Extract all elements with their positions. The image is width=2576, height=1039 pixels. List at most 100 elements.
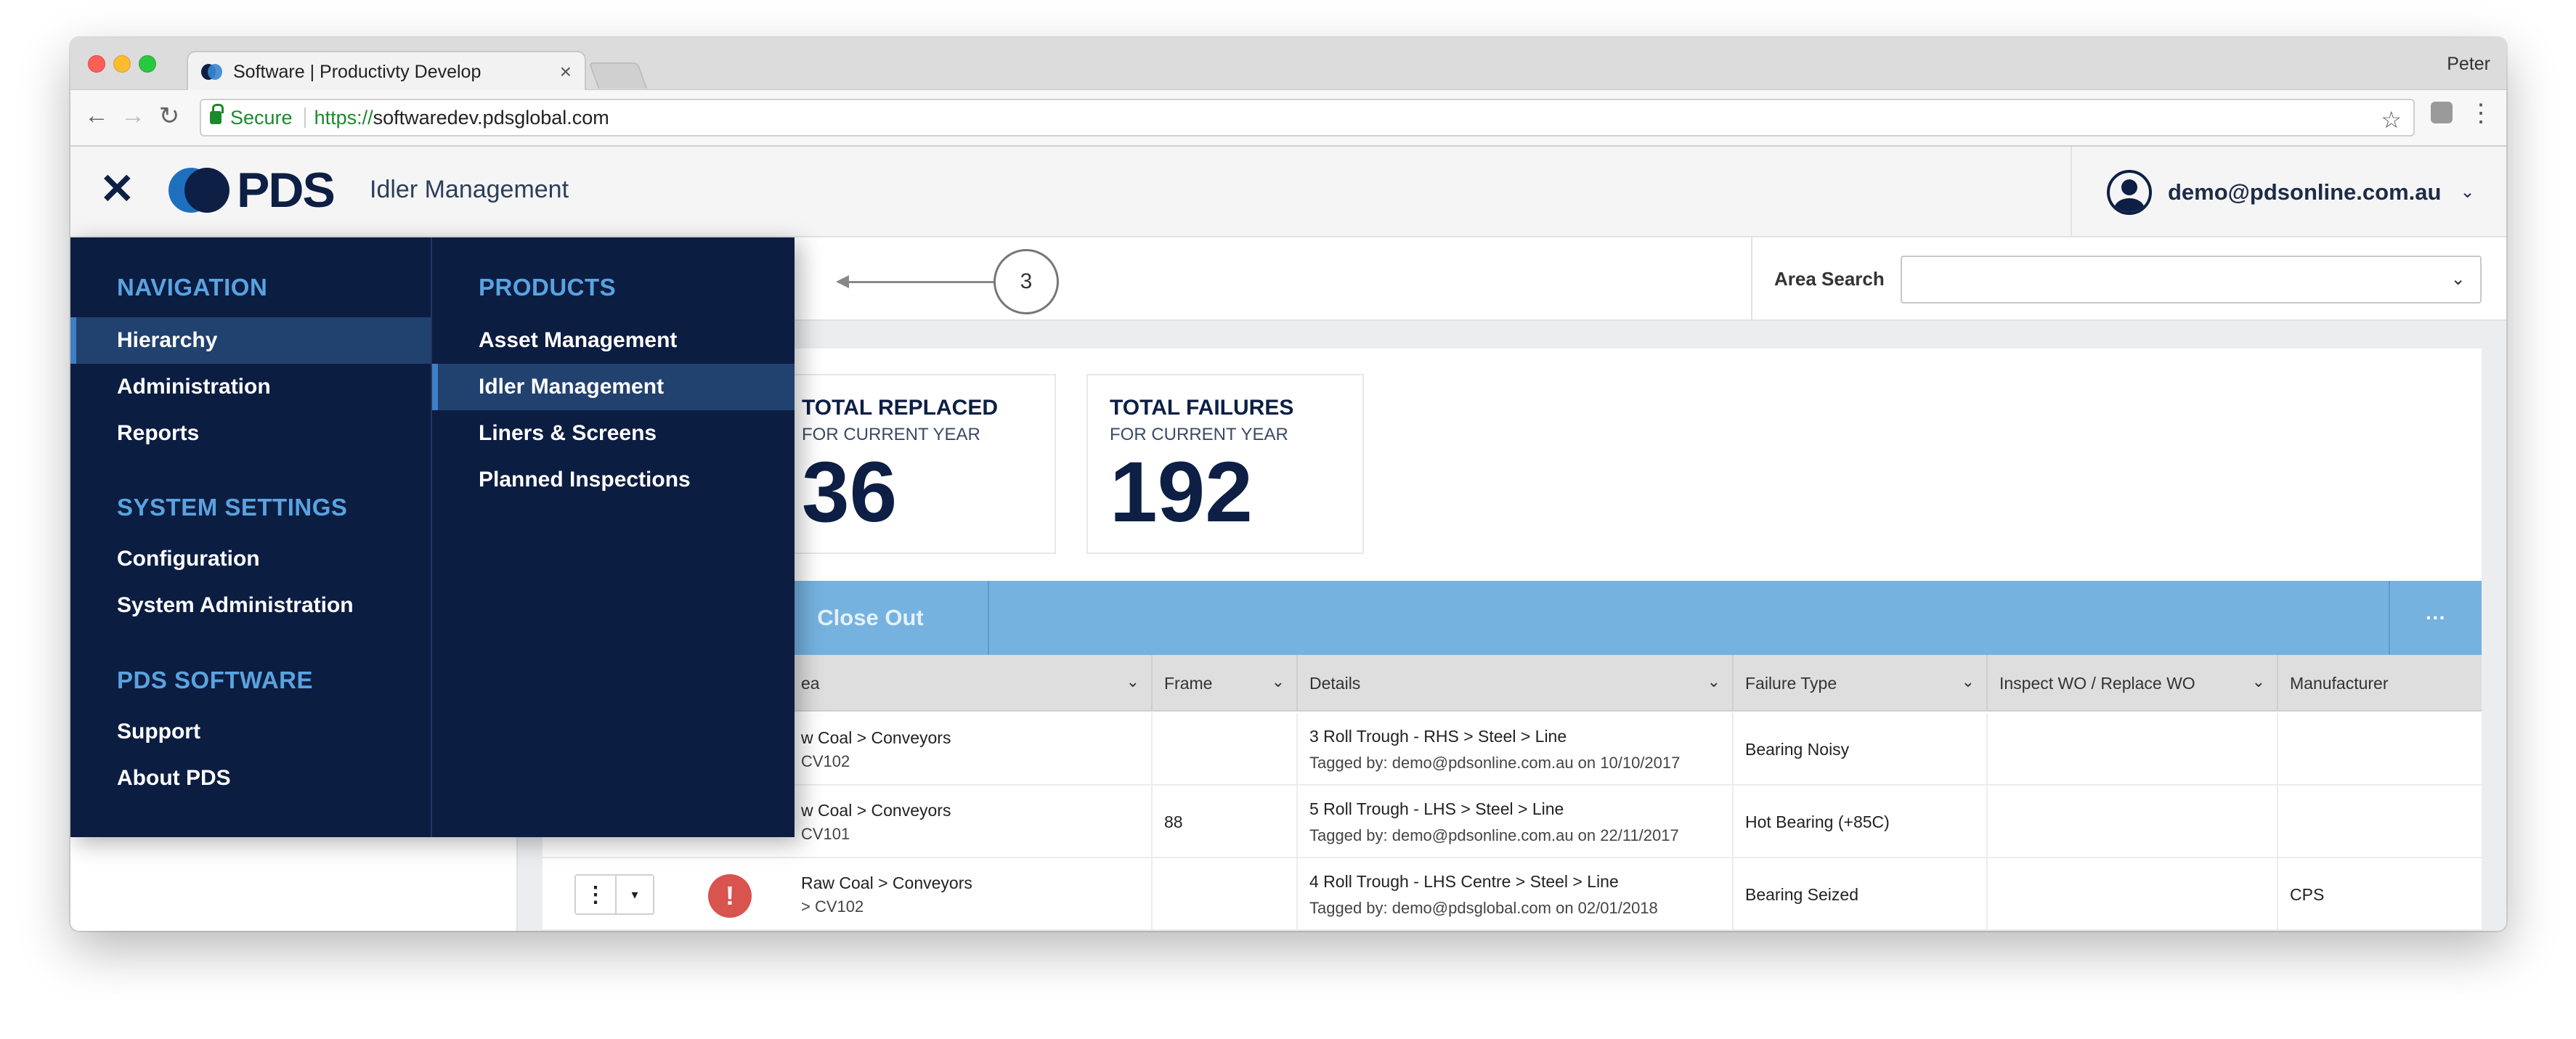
cell-manufacturer — [2278, 713, 2482, 786]
menu-item-liners-screens[interactable]: Liners & Screens — [432, 410, 795, 457]
column-label: Inspect WO / Replace WO — [1999, 673, 2195, 693]
cell-failure-type: Bearing Seized — [1734, 858, 1988, 931]
more-actions-button[interactable]: ··· — [2389, 581, 2482, 655]
stat-value: 192 — [1110, 444, 1253, 540]
column-details[interactable]: Details ⌄ — [1298, 655, 1734, 712]
url-scheme: https:// — [314, 106, 373, 129]
cell-details: 3 Roll Trough - RHS > Steel > Line Tagged… — [1298, 713, 1734, 786]
menu-item-asset-management[interactable]: Asset Management — [432, 317, 795, 364]
logo-text: PDS — [237, 163, 336, 218]
stat-title: TOTAL FAILURES — [1110, 396, 1294, 420]
table-row[interactable]: w Coal > Conveyors CV101 88 5 Roll Trough… — [543, 786, 2482, 858]
row-actions-button[interactable]: ⋮ ▾ — [574, 874, 654, 915]
menu-item-reports[interactable]: Reports — [70, 410, 431, 457]
tab-title: Software | Productivty Develop — [233, 61, 482, 82]
address-bar: ← → ↻ Secure https:// softwaredev.pdsglo… — [70, 90, 2506, 147]
user-menu[interactable]: demo@pdsonline.com.au ⌄ — [2071, 147, 2506, 237]
forward-arrow-icon[interactable]: → — [117, 102, 149, 130]
app-header: ✕ PDS Idler Management demo@pdsonline.co… — [70, 147, 2506, 237]
callout-number: 3 — [994, 249, 1059, 314]
content-card: G TOTAL REPLACED FOR CURRENT YEAR 36 TOT… — [543, 349, 2482, 931]
stat-box-total-failures: TOTAL FAILURES FOR CURRENT YEAR 192 — [1086, 374, 1364, 554]
column-label: Details — [1309, 673, 1361, 693]
column-area[interactable]: ea ⌄ — [789, 655, 1153, 712]
cell-area: w Coal > Conveyors CV101 — [789, 786, 1153, 858]
action-bar: Close Out ··· — [543, 581, 2482, 655]
app-title: Idler Management — [370, 176, 569, 203]
stat-box-total-replaced: TOTAL REPLACED FOR CURRENT YEAR 36 — [779, 374, 1056, 554]
browser-profile-name[interactable]: Peter — [2447, 54, 2490, 75]
user-email: demo@pdsonline.com.au — [2168, 179, 2442, 205]
menu-item-planned-inspections[interactable]: Planned Inspections — [432, 457, 795, 503]
menu-item-administration[interactable]: Administration — [70, 364, 431, 410]
browser-titlebar: Software | Productivty Develop × Peter — [70, 38, 2506, 91]
cell-manufacturer — [2278, 786, 2482, 858]
app-root: ✕ PDS Idler Management demo@pdsonline.co… — [70, 147, 2506, 931]
tab-close-icon[interactable]: × — [560, 60, 572, 83]
cell-frame: 88 — [1153, 786, 1298, 858]
table-row[interactable]: ⋮ ▾ ! Raw Coal > Conveyors > CV102 4 Roll… — [543, 858, 2482, 931]
menu-column-left: NAVIGATION Hierarchy Administration Repo… — [70, 237, 432, 837]
minimize-window-button[interactable] — [113, 55, 131, 73]
menu-item-configuration[interactable]: Configuration — [70, 536, 431, 582]
column-manufacturer[interactable]: Manufacturer — [2278, 655, 2482, 712]
stat-subtitle: FOR CURRENT YEAR — [802, 425, 980, 444]
menu-column-right: PRODUCTS Asset Management Idler Manageme… — [432, 237, 795, 837]
column-label: Frame — [1164, 673, 1213, 693]
cell-failure-type: Hot Bearing (+85C) — [1734, 786, 1988, 858]
zoom-window-button[interactable] — [139, 55, 156, 73]
menu-dots-icon[interactable]: ⋮ — [2469, 99, 2493, 128]
menu-item-system-administration[interactable]: System Administration — [70, 582, 431, 629]
back-arrow-icon[interactable]: ← — [81, 102, 113, 130]
area-search-label: Area Search — [1774, 268, 1885, 290]
column-inspect-wo[interactable]: Inspect WO / Replace WO ⌄ — [1988, 655, 2278, 712]
menu-item-about-pds[interactable]: About PDS — [70, 755, 431, 802]
status-alert-icon: ! — [708, 874, 752, 918]
column-label: Manufacturer — [2290, 673, 2389, 693]
column-label: Failure Type — [1745, 673, 1837, 693]
menu-item-hierarchy[interactable]: Hierarchy — [70, 317, 431, 364]
user-avatar-icon — [2107, 169, 2152, 215]
omnibox-divider — [304, 107, 306, 128]
pds-favicon-icon — [201, 62, 222, 82]
column-failure-type[interactable]: Failure Type ⌄ — [1734, 655, 1988, 712]
url-host: softwaredev.pdsglobal.com — [373, 106, 609, 129]
browser-window: Software | Productivty Develop × Peter ←… — [70, 38, 2506, 931]
callout-line — [839, 281, 994, 283]
menu-item-support[interactable]: Support — [70, 709, 431, 755]
caret-down-icon[interactable]: ▾ — [617, 876, 653, 913]
kebab-icon[interactable]: ⋮ — [576, 876, 617, 913]
cell-wo — [1988, 786, 2278, 858]
extension-icon[interactable] — [2431, 102, 2453, 123]
url-input[interactable]: Secure https:// softwaredev.pdsglobal.co… — [200, 99, 2415, 137]
column-frame[interactable]: Frame ⌄ — [1153, 655, 1298, 712]
cell-wo — [1988, 713, 2278, 786]
table-row[interactable]: w Coal > Conveyors CV102 3 Roll Trough - … — [543, 713, 2482, 786]
chevron-down-icon: ⌄ — [2251, 672, 2265, 690]
browser-tab[interactable]: Software | Productivty Develop × — [187, 51, 586, 91]
pds-logo-mark-icon — [168, 168, 229, 213]
table-header: ea ⌄ Frame ⌄ Details ⌄ Failure Type ⌄ Inspec… — [543, 655, 2482, 712]
cell-wo — [1988, 858, 2278, 931]
cell-area: Raw Coal > Conveyors > CV102 — [789, 858, 1153, 931]
menu-item-idler-management[interactable]: Idler Management — [432, 364, 795, 410]
close-window-button[interactable] — [88, 55, 105, 73]
close-menu-icon[interactable]: ✕ — [99, 168, 135, 211]
chevron-down-icon: ⌄ — [1707, 672, 1720, 690]
lock-icon — [210, 104, 224, 124]
reload-icon[interactable]: ↻ — [153, 102, 185, 131]
area-search: Area Search ⌄ — [1751, 237, 2506, 321]
chevron-down-icon: ⌄ — [2450, 269, 2466, 289]
stat-title: TOTAL REPLACED — [802, 396, 999, 420]
star-icon[interactable]: ☆ — [2381, 106, 2402, 134]
menu-heading-pds-software: PDS SOFTWARE — [117, 667, 314, 693]
annotation-callout: 3 — [836, 249, 1059, 314]
pds-logo[interactable]: PDS — [168, 163, 336, 218]
new-tab-button[interactable] — [588, 62, 648, 89]
navigation-mega-menu: NAVIGATION Hierarchy Administration Repo… — [70, 237, 795, 837]
chevron-down-icon: ⌄ — [1271, 672, 1285, 690]
stat-subtitle: FOR CURRENT YEAR — [1110, 425, 1288, 444]
area-search-select[interactable]: ⌄ — [1900, 255, 2482, 303]
cell-details: 4 Roll Trough - LHS Centre > Steel > Lin… — [1298, 858, 1734, 931]
column-label: ea — [801, 673, 820, 693]
